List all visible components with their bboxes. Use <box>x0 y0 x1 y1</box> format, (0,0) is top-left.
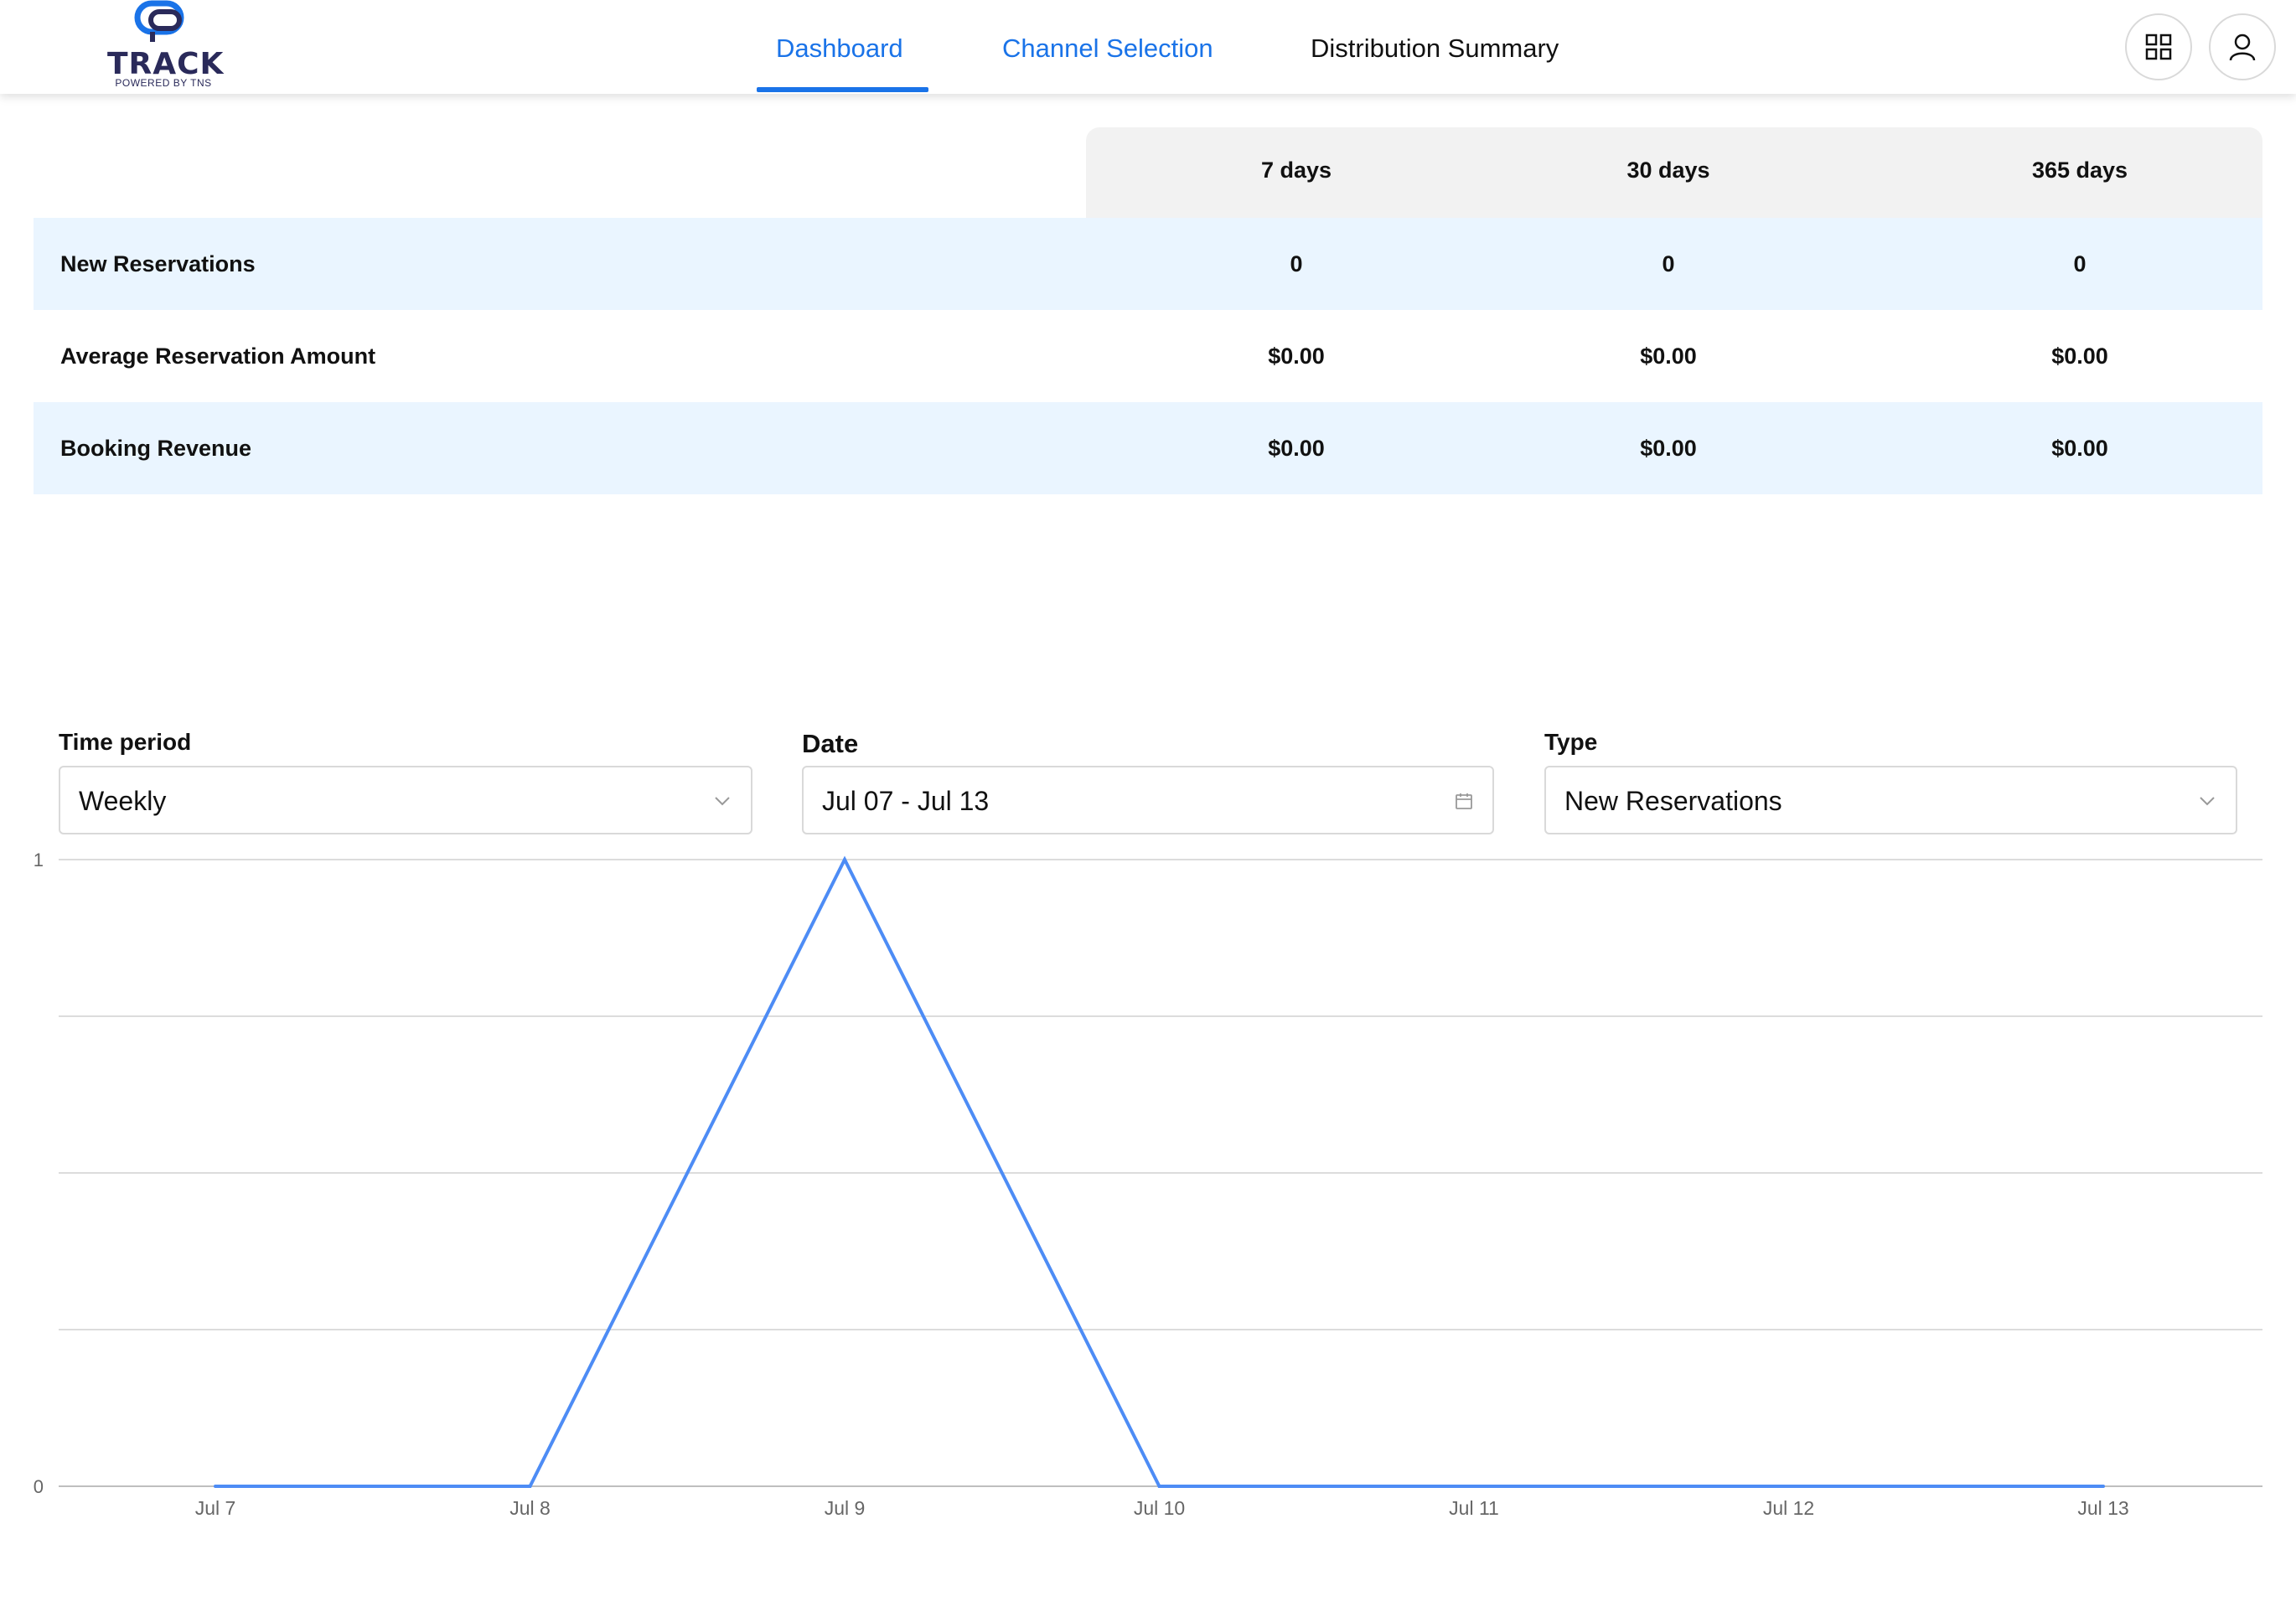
type-select[interactable]: New Reservations <box>1544 766 2237 834</box>
data-point <box>214 1485 217 1488</box>
row-label: New Reservations <box>60 251 256 276</box>
table-cell: $0.00 <box>1268 436 1325 461</box>
row-label: Average Reservation Amount <box>60 344 376 369</box>
table-cell: $0.00 <box>2051 436 2108 461</box>
table-cell: $0.00 <box>1640 344 1697 369</box>
data-point <box>1787 1485 1791 1488</box>
chevron-down-icon <box>715 797 730 806</box>
table-cell: $0.00 <box>2051 344 2108 369</box>
y-tick-label: 1 <box>34 850 44 870</box>
x-tick-label: Jul 10 <box>1134 1497 1185 1519</box>
table-row: Average Reservation Amount $0.00 $0.00 $… <box>34 310 2262 402</box>
x-tick-label: Jul 8 <box>509 1497 551 1519</box>
type-label: Type <box>1544 729 1598 755</box>
type-value: New Reservations <box>1564 786 1782 816</box>
grid-icon <box>2145 34 2172 60</box>
data-point <box>2102 1485 2105 1488</box>
logo-mark-icon <box>134 0 184 42</box>
x-tick-label: Jul 9 <box>825 1497 866 1519</box>
table-row: Booking Revenue $0.00 $0.00 $0.00 <box>34 402 2262 494</box>
table-cell: $0.00 <box>1640 436 1697 461</box>
row-label: Booking Revenue <box>60 436 252 461</box>
table-header: 7 days 30 days 365 days <box>1086 127 2262 218</box>
user-menu-button[interactable] <box>2209 13 2276 80</box>
data-point <box>1157 1485 1161 1488</box>
apps-button[interactable] <box>2125 13 2192 80</box>
data-point <box>1472 1485 1476 1488</box>
date-label: Date <box>802 729 859 758</box>
x-tick-label: Jul 11 <box>1449 1497 1499 1519</box>
user-icon <box>2229 34 2256 61</box>
column-header-7-days: 7 days <box>1260 158 1332 183</box>
tab-channel-selection[interactable]: Channel Selection <box>1002 34 1213 64</box>
table-cell: 0 <box>1290 251 1303 276</box>
data-point <box>528 1485 532 1488</box>
y-tick-label: 0 <box>34 1476 44 1497</box>
logo-wordmark: TRACK <box>107 47 225 81</box>
time-period-value: Weekly <box>79 786 167 816</box>
time-period-select[interactable]: Weekly <box>59 766 752 834</box>
column-header-365-days: 365 days <box>2031 158 2128 183</box>
top-header: TRACK POWERED BY TNS Dashboard Channel S… <box>0 0 2296 94</box>
table-cell: 0 <box>1662 251 1675 276</box>
x-tick-label: Jul 12 <box>1763 1497 1814 1519</box>
track-logo[interactable]: TRACK POWERED BY TNS <box>107 0 225 92</box>
column-header-30-days: 30 days <box>1626 158 1710 183</box>
x-tick-label: Jul 13 <box>2077 1497 2128 1519</box>
date-range-picker[interactable]: Jul 07 - Jul 13 <box>802 766 1494 834</box>
time-period-label: Time period <box>59 729 192 755</box>
tab-distribution-summary[interactable]: Distribution Summary <box>1311 34 1559 64</box>
reservations-line-chart: 0 1 Jul 7 Jul 8 Jul 9 Jul 10 Jul 11 Jul 12 Jul 1… <box>0 829 2296 1533</box>
table-cell: 0 <box>2073 251 2087 276</box>
table-row: New Reservations 0 0 0 <box>34 218 2262 310</box>
data-point <box>843 858 846 861</box>
active-tab-indicator <box>757 87 928 92</box>
tab-dashboard[interactable]: Dashboard <box>776 34 903 64</box>
calendar-icon[interactable] <box>1454 791 1474 811</box>
date-range-value: Jul 07 - Jul 13 <box>822 786 990 816</box>
chevron-down-icon <box>2200 797 2215 806</box>
line-chart-svg: 0 1 Jul 7 Jul 8 Jul 9 Jul 10 Jul 11 Jul 12 Jul 1… <box>34 850 2262 1519</box>
logo-tagline: POWERED BY TNS <box>115 77 212 89</box>
x-tick-label: Jul 7 <box>195 1497 236 1519</box>
table-cell: $0.00 <box>1268 344 1325 369</box>
